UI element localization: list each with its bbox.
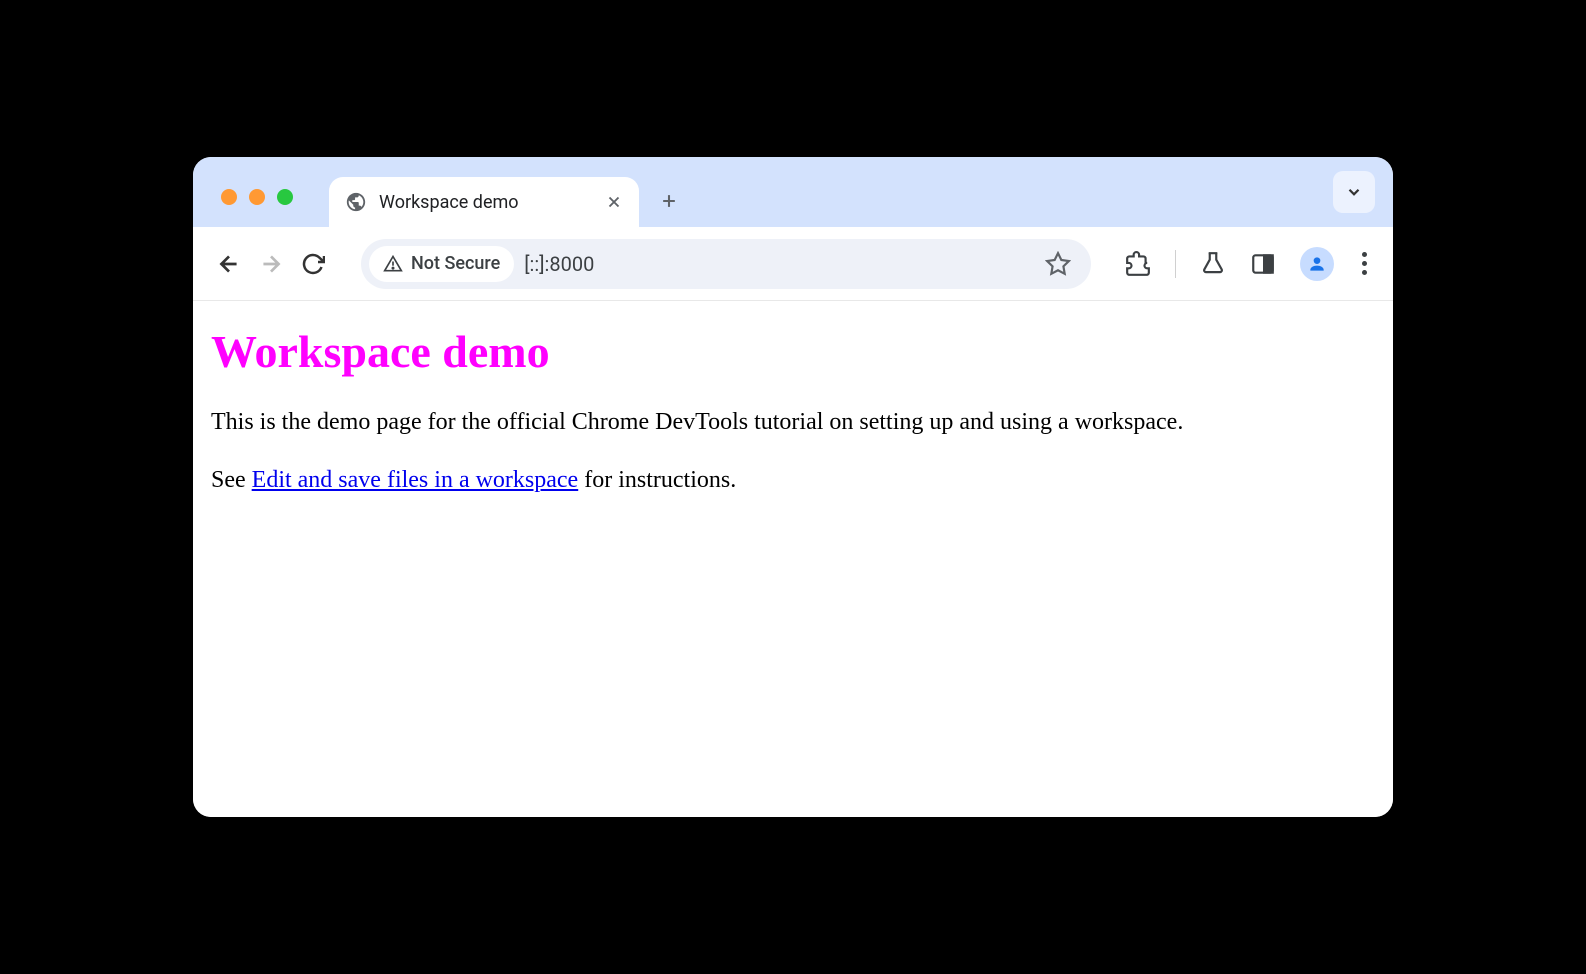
window-close-button[interactable]: [221, 189, 237, 205]
window-maximize-button[interactable]: [277, 189, 293, 205]
text-prefix: See: [211, 467, 252, 493]
text-suffix: for instructions.: [578, 467, 736, 493]
intro-paragraph: This is the demo page for the official C…: [211, 406, 1375, 438]
page-content: Workspace demo This is the demo page for…: [193, 301, 1393, 817]
browser-window: Workspace demo Not Secure [::]:8000: [193, 157, 1393, 817]
address-bar[interactable]: Not Secure [::]:8000: [361, 239, 1091, 289]
url-text: [::]:8000: [524, 252, 1035, 276]
reload-button[interactable]: [299, 250, 327, 278]
browser-tab[interactable]: Workspace demo: [329, 177, 639, 227]
instructions-paragraph: See Edit and save files in a workspace f…: [211, 464, 1375, 496]
tab-search-button[interactable]: [1333, 171, 1375, 213]
extensions-button[interactable]: [1125, 251, 1151, 277]
side-panel-button[interactable]: [1250, 251, 1276, 277]
security-indicator[interactable]: Not Secure: [369, 246, 514, 282]
tab-title: Workspace demo: [379, 192, 593, 213]
new-tab-button[interactable]: [651, 183, 687, 219]
workspace-tutorial-link[interactable]: Edit and save files in a workspace: [252, 467, 579, 493]
tab-strip: Workspace demo: [193, 157, 1393, 227]
tab-close-button[interactable]: [605, 193, 623, 211]
bookmark-button[interactable]: [1045, 251, 1071, 277]
toolbar-actions: [1125, 247, 1371, 281]
toolbar-separator: [1175, 250, 1176, 278]
window-traffic-lights: [209, 189, 305, 227]
warning-icon: [383, 254, 403, 274]
window-minimize-button[interactable]: [249, 189, 265, 205]
forward-button[interactable]: [257, 250, 285, 278]
back-button[interactable]: [215, 250, 243, 278]
browser-toolbar: Not Secure [::]:8000: [193, 227, 1393, 301]
page-heading: Workspace demo: [211, 325, 1375, 378]
profile-button[interactable]: [1300, 247, 1334, 281]
chrome-menu-button[interactable]: [1358, 248, 1371, 279]
labs-button[interactable]: [1200, 251, 1226, 277]
security-label: Not Secure: [411, 253, 500, 274]
person-icon: [1307, 254, 1327, 274]
globe-icon: [345, 191, 367, 213]
